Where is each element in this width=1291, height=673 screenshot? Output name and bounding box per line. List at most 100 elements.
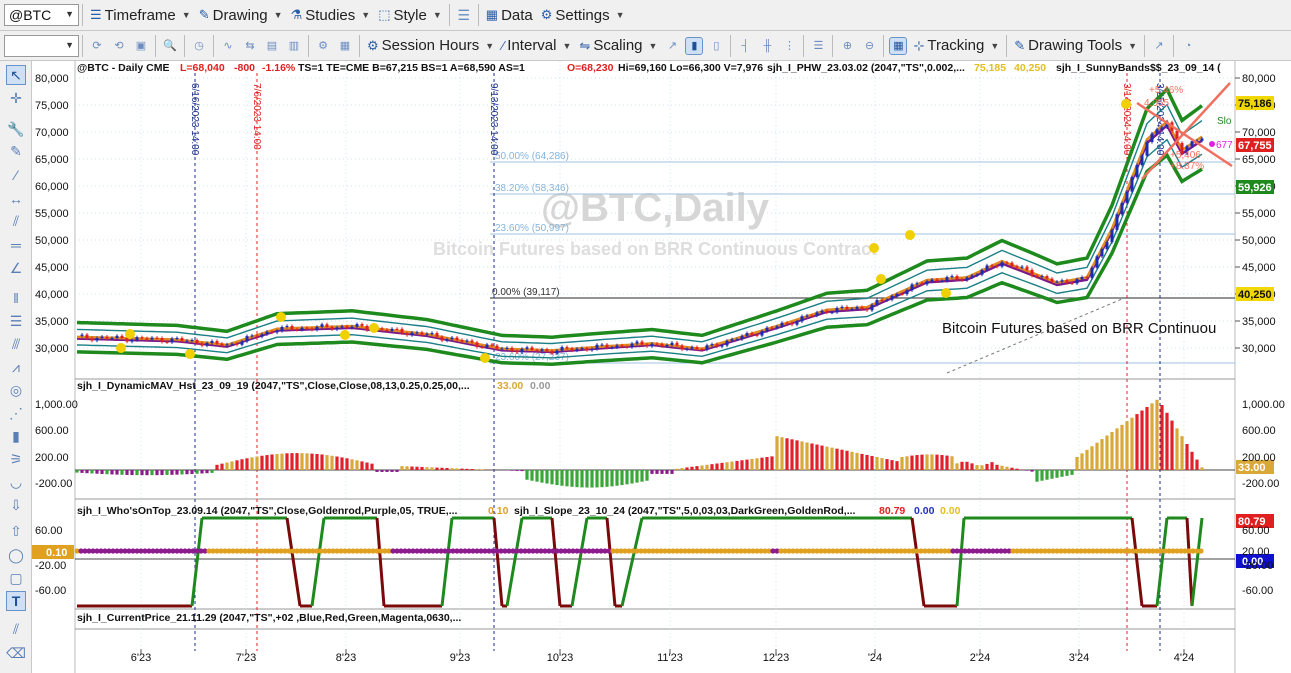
- refresh-icon[interactable]: ⟳: [88, 37, 106, 55]
- histogram-bar: [650, 470, 654, 474]
- studies-menu[interactable]: ⚗ Studies ▼: [287, 3, 375, 27]
- arrow-up-icon[interactable]: ⇧: [6, 521, 26, 541]
- chevron-down-icon: ▼: [181, 10, 191, 20]
- candle-body: [1120, 203, 1124, 215]
- date-label: 9/13/2023 14:00: [488, 83, 499, 156]
- histogram-bar: [90, 470, 94, 474]
- data-menu[interactable]: ▦ Data: [482, 3, 537, 27]
- channel-icon[interactable]: ⫽: [6, 211, 26, 231]
- bars-icon[interactable]: ▥: [285, 37, 303, 55]
- gear-small-icon[interactable]: ⚙: [314, 37, 332, 55]
- divider: [82, 34, 83, 57]
- trend-chart-icon[interactable]: ↗: [1150, 37, 1168, 55]
- ohlc-bar-icon[interactable]: ┤: [736, 37, 754, 55]
- histogram-bar: [1120, 424, 1124, 470]
- chart-area[interactable]: @BTC,Daily Bitcoin Futures based on BRR …: [32, 61, 1291, 673]
- drawing-tools-menu[interactable]: ✎ Drawing Tools ▼: [1010, 34, 1141, 58]
- histogram-bar: [270, 454, 274, 470]
- fib-icon[interactable]: ☰: [6, 311, 26, 331]
- horizontal-arrow-icon[interactable]: ↔: [6, 189, 26, 209]
- timeframe-menu[interactable]: ☰ Timeframe ▼: [86, 3, 195, 27]
- histogram-bar: [120, 470, 124, 475]
- diagonal-lines-icon[interactable]: ⫽: [6, 619, 26, 639]
- zoom-icon[interactable]: 🔍: [161, 37, 179, 55]
- grid-small-icon[interactable]: ▦: [336, 37, 354, 55]
- vline-icon[interactable]: ‖: [6, 288, 26, 308]
- ellipse-icon[interactable]: ◯: [6, 545, 26, 565]
- wave-icon[interactable]: ∿: [219, 37, 237, 55]
- link-icon[interactable]: ⟲: [110, 37, 128, 55]
- candle-body: [475, 342, 479, 348]
- histogram-bar: [780, 437, 784, 470]
- histogram-bar: [415, 466, 419, 470]
- workspace-select[interactable]: ▼: [4, 34, 79, 57]
- candle-body: [1025, 266, 1029, 270]
- crosshair-icon: ⊹: [913, 37, 925, 53]
- line-icon[interactable]: ⁄: [6, 165, 26, 185]
- current-price-marker: [1209, 141, 1215, 147]
- zoom-in-icon[interactable]: ⊕: [838, 37, 856, 55]
- candle-body: [135, 337, 139, 341]
- zigzag-icon[interactable]: ⩘: [6, 357, 26, 377]
- speedometer-icon[interactable]: ◔: [1179, 37, 1197, 55]
- tracking-menu[interactable]: ⊹ Tracking ▼: [909, 34, 1003, 58]
- fan-icon[interactable]: ⋰: [6, 403, 26, 423]
- histogram-bar: [310, 453, 314, 470]
- symbol-input[interactable]: @BTC ▼: [4, 4, 79, 26]
- candlestick-icon[interactable]: ▮: [685, 36, 704, 55]
- dot-chart-icon[interactable]: ⋮: [780, 37, 798, 55]
- histogram-bar: [960, 461, 964, 470]
- badge-upper: 75,186: [1238, 98, 1272, 110]
- interval-menu[interactable]: ⁄ Interval ▼: [498, 34, 575, 58]
- pointer-icon[interactable]: ↖: [6, 65, 26, 85]
- candle-body: [1020, 266, 1024, 268]
- candle-body: [795, 321, 799, 325]
- candle-body: [915, 283, 919, 285]
- circle-target-icon[interactable]: ◎: [6, 380, 26, 400]
- compare-icon[interactable]: ⇆: [241, 37, 259, 55]
- layout-icon[interactable]: ☰: [455, 6, 473, 24]
- arrow-chart-icon[interactable]: ↗: [663, 37, 681, 55]
- drawing-menu[interactable]: ✎ Drawing ▼: [195, 3, 287, 27]
- histogram-bar: [1115, 428, 1119, 470]
- text-tool-icon[interactable]: T: [6, 591, 26, 611]
- scaling-menu[interactable]: ⇋ Scaling ▼: [575, 34, 661, 58]
- zoom-out-icon[interactable]: ⊖: [860, 37, 878, 55]
- time-label: 2'24: [970, 652, 990, 664]
- histogram-bar: [390, 470, 394, 472]
- histogram-bar: [915, 455, 919, 470]
- histogram-bar: [375, 470, 379, 472]
- candle-body: [220, 343, 224, 346]
- histogram-bar: [975, 465, 979, 470]
- pencil-icon[interactable]: ✎: [6, 141, 26, 161]
- parallel-icon[interactable]: ⫻: [6, 334, 26, 354]
- clock-icon[interactable]: ◷: [190, 37, 208, 55]
- settings-menu[interactable]: ⚙ Settings ▼: [537, 3, 629, 27]
- window-icon[interactable]: ▣: [132, 37, 150, 55]
- candle-body: [815, 312, 819, 316]
- arc-icon[interactable]: ◡: [6, 472, 26, 492]
- chart-type-icon[interactable]: ▤: [263, 37, 281, 55]
- histogram-bar: [445, 467, 449, 470]
- rectangle-icon[interactable]: ▢: [6, 568, 26, 588]
- histogram-bar: [885, 459, 889, 470]
- grid-toggle-icon[interactable]: ▦: [889, 36, 908, 55]
- session-hours-menu[interactable]: ⚙ Session Hours ▼: [363, 34, 498, 58]
- wrench-icon[interactable]: 🔧: [6, 119, 26, 139]
- layout-icon[interactable]: ☰: [809, 37, 827, 55]
- arrow-down-icon[interactable]: ⇩: [6, 495, 26, 515]
- histogram-bar: [1145, 406, 1149, 470]
- trend-line-icon[interactable]: ∠: [6, 258, 26, 278]
- hollow-candle-icon[interactable]: ▯: [707, 37, 725, 55]
- hline-icon[interactable]: ═: [6, 235, 26, 255]
- gann-icon[interactable]: ⚞: [6, 449, 26, 469]
- eraser-icon[interactable]: ⌫: [6, 643, 26, 663]
- candle-body: [840, 306, 844, 308]
- crosshair-icon[interactable]: ✛: [6, 88, 26, 108]
- candle-body: [515, 351, 519, 353]
- candle-body: [825, 310, 829, 313]
- style-menu[interactable]: ⬚ Style ▼: [374, 3, 446, 27]
- bars-vertical-icon[interactable]: ▮: [6, 426, 26, 446]
- hlc-bar-icon[interactable]: ╫: [758, 37, 776, 55]
- histogram-bar: [305, 453, 309, 470]
